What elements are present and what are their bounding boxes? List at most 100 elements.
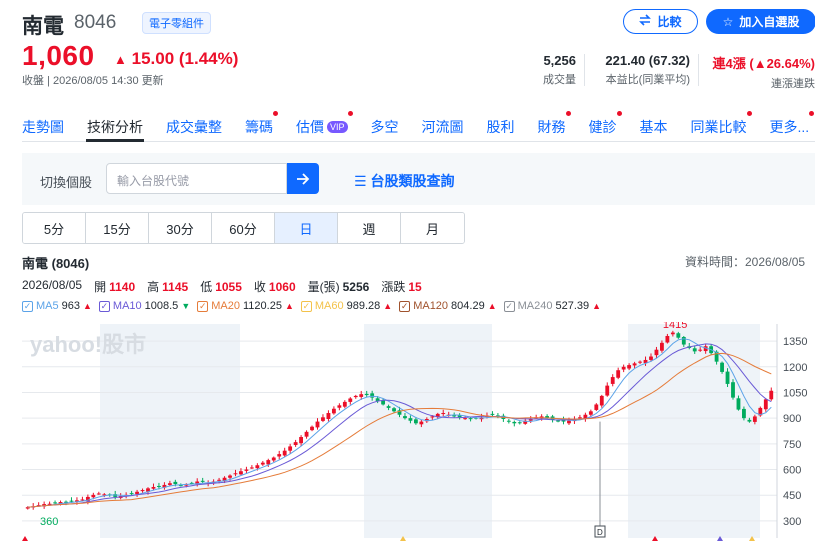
- candle-body: [80, 499, 85, 501]
- ma-name: MA60: [314, 300, 344, 312]
- down-arrow-icon: ▼: [181, 301, 191, 311]
- stat-pe: 221.40 (67.32) 本益比(同業平均): [592, 53, 690, 87]
- candle-body: [337, 405, 342, 408]
- arrow-right-icon: [297, 172, 310, 185]
- ma-legend-ma5[interactable]: ✓ MA5 963 ▲: [22, 300, 92, 312]
- candle-body: [342, 401, 347, 407]
- candle-body: [578, 417, 582, 419]
- tab-valuation[interactable]: 估價 VIP: [296, 111, 353, 137]
- candle-body: [627, 365, 632, 369]
- checkbox-icon[interactable]: ✓: [399, 300, 411, 312]
- price-change: ▲ 15.00 (1.44%): [114, 49, 238, 69]
- candle-body: [293, 442, 298, 446]
- ohlc-low: 低 1055: [200, 280, 242, 294]
- search-submit-button[interactable]: [287, 163, 319, 194]
- candle-body: [649, 356, 653, 360]
- stock-search-input[interactable]: 輸入台股代號: [106, 163, 287, 194]
- tab-bull-bear[interactable]: 多空: [371, 117, 399, 137]
- industry-tag[interactable]: 電子零組件: [142, 12, 211, 34]
- candle-body: [173, 481, 178, 485]
- ma-legend-ma240[interactable]: ✓ MA240 527.39 ▲: [503, 300, 601, 312]
- tab-more[interactable]: 更多...: [770, 111, 815, 137]
- candle-body: [610, 377, 615, 384]
- list-icon: ☰: [354, 173, 367, 189]
- ohlc-high: 高 1145: [147, 280, 189, 294]
- period-week[interactable]: 週: [338, 213, 401, 243]
- tab-chips[interactable]: 籌碼: [245, 111, 278, 137]
- y-tick-label: 450: [783, 490, 801, 502]
- tab-trades[interactable]: 成交彙整: [166, 117, 222, 137]
- stat-value: 221.40 (67.32): [605, 53, 690, 68]
- data-time: 資料時間：2026/08/05: [685, 255, 806, 269]
- candle-body: [392, 408, 396, 412]
- candle-body: [69, 500, 74, 502]
- tab-label: 健診: [588, 119, 617, 135]
- candle-body: [288, 446, 293, 451]
- candle-body: [233, 473, 238, 475]
- compare-icon: [639, 14, 652, 29]
- month-band: [364, 324, 492, 538]
- tab-financial[interactable]: 財務: [538, 111, 571, 137]
- period-60m[interactable]: 60分: [212, 213, 275, 243]
- tab-river[interactable]: 河流圖: [422, 117, 464, 137]
- divider: [584, 54, 585, 86]
- star-icon: ☆: [722, 14, 734, 29]
- stat-label: 本益比(同業平均): [605, 74, 690, 86]
- candle-body: [91, 494, 96, 498]
- candle-body: [419, 421, 424, 425]
- ma-legend-ma10[interactable]: ✓ MA10 1008.5 ▼: [98, 300, 191, 312]
- checkbox-icon[interactable]: ✓: [22, 300, 33, 312]
- signal-marker: [22, 536, 28, 541]
- category-query-link[interactable]: ☰ 台股類股查詢: [354, 171, 454, 191]
- ma-legend-ma120[interactable]: ✓ MA120 804.29 ▲: [399, 300, 497, 312]
- candlestick-chart[interactable]: 300 450 600 750 900 1050 1200 1350 yahoo!股市 1415 3…: [22, 322, 815, 542]
- candle-body: [594, 404, 599, 410]
- tab-peer[interactable]: 同業比較: [691, 111, 752, 137]
- candle-body: [249, 467, 254, 469]
- divider: [698, 54, 699, 86]
- tab-trend[interactable]: 走勢圖: [22, 117, 64, 137]
- switch-label: 切換個股: [40, 175, 93, 190]
- ma-legend-ma20[interactable]: ✓ MA20 1120.25 ▲: [197, 300, 294, 312]
- y-tick-label: 1350: [783, 336, 807, 348]
- candle-body: [468, 418, 473, 420]
- candle-body: [282, 450, 287, 456]
- category-link-label: 台股類股查詢: [370, 173, 455, 189]
- tab-technical[interactable]: 技術分析: [87, 117, 143, 137]
- tab-health[interactable]: 健診: [588, 111, 622, 137]
- checkbox-icon[interactable]: ✓: [503, 300, 515, 312]
- checkbox-icon[interactable]: ✓: [300, 300, 312, 312]
- stat-volume: 5,256 成交量: [530, 53, 576, 87]
- compare-button[interactable]: 比較: [623, 9, 698, 34]
- candle-body: [157, 485, 161, 487]
- tab-basic[interactable]: 基本: [640, 117, 668, 137]
- change-value: 15.00 (1.44%): [131, 49, 239, 68]
- candle-body: [638, 361, 642, 363]
- candle-body: [326, 413, 331, 420]
- candle-body: [53, 502, 57, 504]
- ma-legend-ma60[interactable]: ✓ MA60 989.28 ▲: [300, 300, 393, 312]
- candle-body: [463, 418, 468, 420]
- checkbox-icon[interactable]: ✓: [98, 300, 110, 312]
- checkbox-icon[interactable]: ✓: [197, 300, 209, 312]
- new-dot: [746, 111, 752, 116]
- tab-dividend[interactable]: 股利: [487, 117, 515, 137]
- up-arrow-icon: ▲: [383, 301, 393, 311]
- period-month[interactable]: 月: [401, 213, 464, 243]
- ohlc-close: 收 1060: [253, 280, 296, 294]
- candle-body: [331, 408, 336, 414]
- period-5m[interactable]: 5分: [23, 213, 86, 243]
- period-day[interactable]: 日: [275, 213, 338, 243]
- ma-value: 527.39: [555, 300, 590, 312]
- add-watchlist-button[interactable]: ☆ 加入自選股: [706, 9, 815, 34]
- candle-body: [632, 363, 637, 366]
- period-15m[interactable]: 15分: [86, 213, 149, 243]
- period-30m[interactable]: 30分: [149, 213, 212, 243]
- candle-body: [430, 416, 435, 418]
- ohlc-volume: 量(張) 5256: [307, 280, 370, 294]
- ohlc-row: 2026/08/05 開 1140 高 1145 低 1055 收 1060 量(張) 5…: [22, 278, 422, 295]
- y-tick-label: 1200: [783, 362, 807, 374]
- candle-body: [769, 390, 774, 400]
- stat-label: 連漲連跌: [771, 78, 815, 90]
- ma-value: 1120.25: [242, 300, 282, 312]
